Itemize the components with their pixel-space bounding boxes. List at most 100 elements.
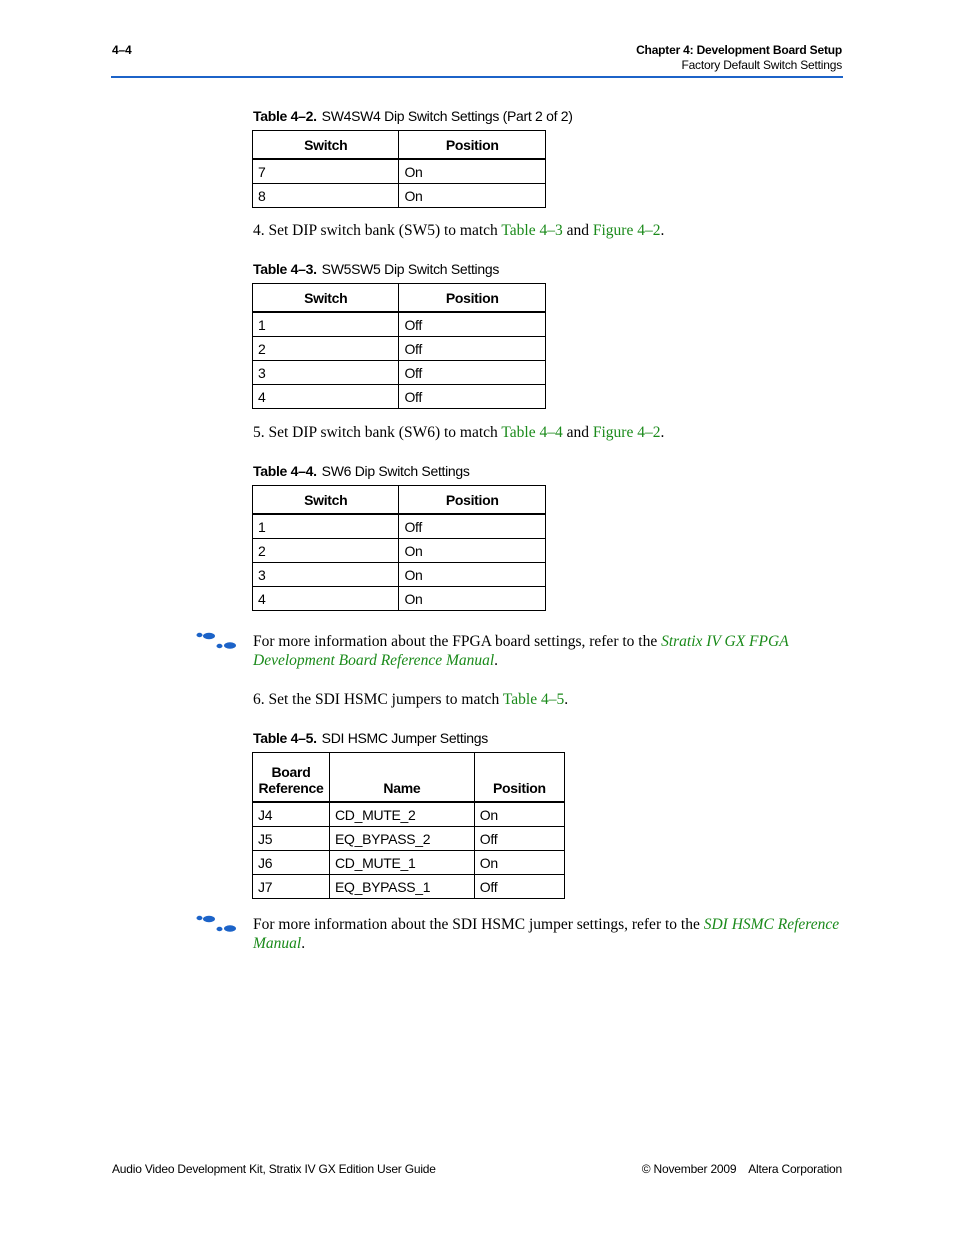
note-text: For more information about the SDI HSMC … [253, 916, 704, 933]
table-4-5-caption: Table 4–5. SDI HSMC Jumper Settings [253, 730, 488, 746]
footprints-icon [196, 632, 236, 649]
table-row: 3 On [251, 562, 546, 587]
table-row: 2 Off [251, 336, 546, 361]
footer-copyright: © November 2009 Altera Corporation [641, 1162, 842, 1176]
table-row: 1 Off [251, 311, 546, 337]
cell: Off [473, 874, 566, 899]
table-row: 8 On [251, 183, 546, 208]
cell: Off [473, 826, 566, 851]
table-4-5: Board Reference Name Position J4 CD_MUTE_… [252, 752, 566, 899]
note-fpga-board: For more information about the FPGA boar… [253, 632, 843, 670]
step-text: . [660, 424, 665, 441]
footer-document-title: Audio Video Development Kit, Stratix IV … [112, 1162, 436, 1176]
cell: 2 [251, 538, 400, 563]
cell: 4 [251, 586, 400, 611]
column-header: Board Reference [252, 752, 330, 803]
cell: 3 [251, 562, 400, 587]
step-text: . [660, 222, 665, 239]
table-row: 1 Off [251, 513, 546, 539]
column-header: Position [398, 485, 546, 515]
caption-text: SDI HSMC Jumper Settings [321, 730, 489, 746]
note-text: . [301, 935, 306, 952]
cell: 3 [251, 360, 400, 385]
column-header: Switch [251, 485, 400, 515]
column-header: Position [473, 752, 566, 803]
table-row: J4 CD_MUTE_2 On [252, 801, 566, 827]
table-row: 2 On [251, 538, 546, 563]
cell: 1 [251, 311, 400, 337]
step-text: and [562, 222, 593, 239]
cell: 7 [251, 158, 400, 184]
cell: Off [398, 311, 546, 337]
cell: 8 [251, 183, 400, 208]
step-text: 5. Set DIP switch bank (SW6) to match [253, 424, 502, 441]
table-row: 3 Off [251, 360, 546, 385]
table-4-3: Switch Position 1 Off 2 Off 3 Off 4 Off [251, 283, 546, 409]
cell: Off [398, 513, 546, 539]
table-row: J6 CD_MUTE_1 On [252, 850, 566, 875]
step-text: . [564, 691, 569, 708]
cell: EQ_BYPASS_1 [328, 874, 475, 899]
header-rule [111, 76, 843, 78]
table-4-2-caption: Table 4–2. SW4SW4 Dip Switch Settings (Pa… [253, 108, 573, 124]
cell: Off [398, 384, 546, 409]
table-row: 4 On [251, 586, 546, 611]
footprints-icon [196, 915, 236, 932]
link-table-4-4[interactable]: Table 4–4 [501, 424, 562, 441]
column-header: Name [328, 752, 475, 803]
chapter-title: Chapter 4: Development Board Setup [636, 43, 842, 57]
section-title: Factory Default Switch Settings [681, 58, 842, 72]
cell: Off [398, 336, 546, 361]
column-header: Position [398, 283, 546, 313]
cell: On [398, 586, 546, 611]
table-row: J7 EQ_BYPASS_1 Off [252, 874, 566, 899]
cell: CD_MUTE_1 [328, 850, 475, 875]
note-text: . [494, 652, 499, 669]
caption-label: Table 4–5. [253, 730, 317, 746]
cell: J6 [252, 850, 330, 875]
link-figure-4-2[interactable]: Figure 4–2 [593, 222, 661, 239]
cell: 2 [251, 336, 400, 361]
cell: J4 [252, 801, 330, 827]
link-table-4-5[interactable]: Table 4–5 [503, 691, 564, 708]
table-4-4-caption: Table 4–4. SW6 Dip Switch Settings [253, 463, 470, 479]
caption-label: Table 4–3. [253, 261, 317, 277]
cell: 1 [251, 513, 400, 539]
cell: CD_MUTE_2 [328, 801, 475, 827]
cell: On [473, 850, 566, 875]
cell: Off [398, 360, 546, 385]
table-row: 7 On [251, 158, 546, 184]
step-text: and [562, 424, 593, 441]
step-text: 4. Set DIP switch bank (SW5) to match [253, 222, 502, 239]
cell: On [398, 183, 546, 208]
cell: 4 [251, 384, 400, 409]
cell: EQ_BYPASS_2 [328, 826, 475, 851]
caption-text: SW4SW4 Dip Switch Settings (Part 2 of 2) [321, 108, 573, 124]
page-number: 4–4 [112, 43, 132, 57]
step-6: 6. Set the SDI HSMC jumpers to match Tab… [253, 691, 568, 709]
note-sdi-hsmc: For more information about the SDI HSMC … [253, 915, 843, 953]
table-row: J5 EQ_BYPASS_2 Off [252, 826, 566, 851]
column-header: Switch [251, 130, 400, 160]
step-4: 4. Set DIP switch bank (SW5) to match Ta… [253, 222, 664, 240]
column-header: Switch [251, 283, 400, 313]
caption-text: SW5SW5 Dip Switch Settings [321, 261, 500, 277]
cell: On [398, 538, 546, 563]
table-4-3-caption: Table 4–3. SW5SW5 Dip Switch Settings [253, 261, 499, 277]
table-row: 4 Off [251, 384, 546, 409]
table-4-4: Switch Position 1 Off 2 On 3 On 4 On [251, 485, 546, 611]
link-table-4-3[interactable]: Table 4–3 [501, 222, 562, 239]
cell: On [473, 801, 566, 827]
column-header: Position [398, 130, 546, 160]
caption-label: Table 4–2. [253, 108, 317, 124]
step-text: 6. Set the SDI HSMC jumpers to match [253, 691, 503, 708]
table-4-2: Switch Position 7 On 8 On [251, 130, 546, 208]
caption-text: SW6 Dip Switch Settings [321, 463, 470, 479]
note-text: For more information about the FPGA boar… [253, 633, 662, 650]
cell: J5 [252, 826, 330, 851]
step-5: 5. Set DIP switch bank (SW6) to match Ta… [253, 424, 664, 442]
link-figure-4-2[interactable]: Figure 4–2 [593, 424, 661, 441]
caption-label: Table 4–4. [253, 463, 317, 479]
cell: On [398, 562, 546, 587]
cell: On [398, 158, 546, 184]
